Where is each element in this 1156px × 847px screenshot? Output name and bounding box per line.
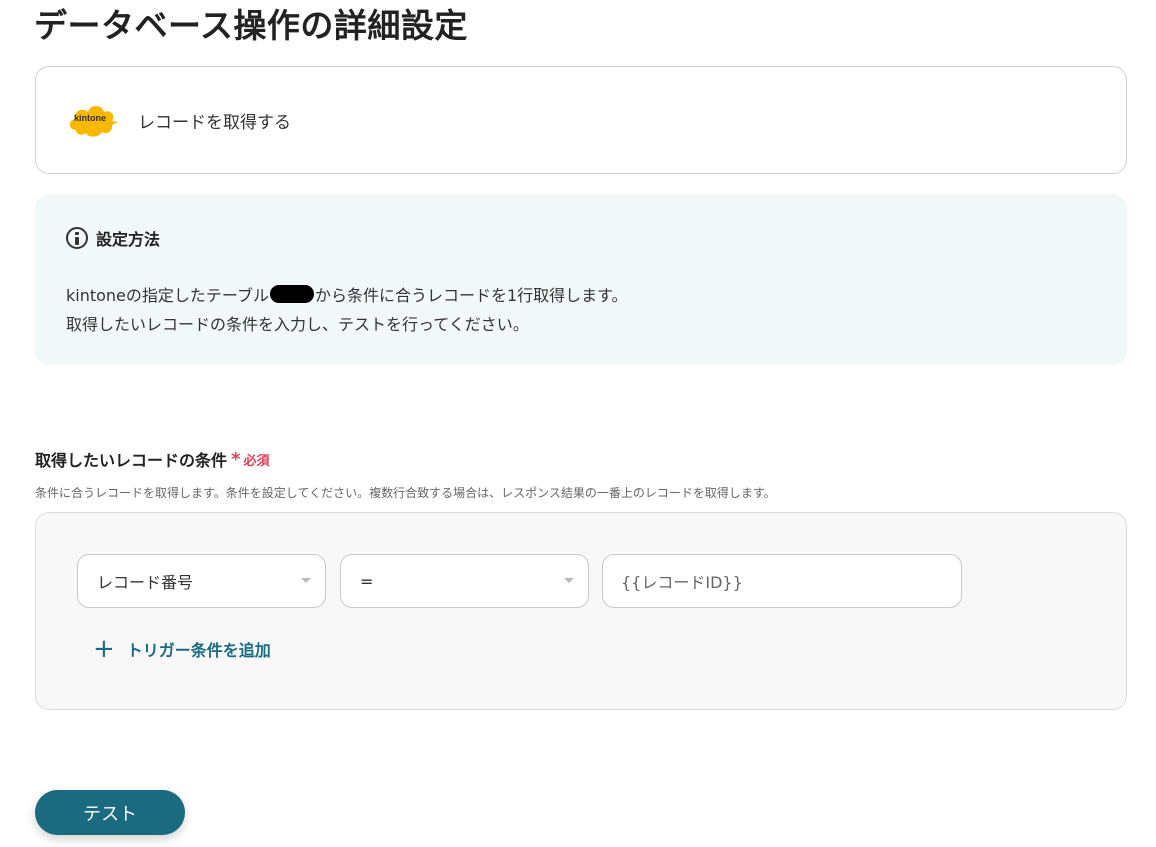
- condition-field-label: 取得したいレコードの条件 * 必須: [35, 447, 269, 471]
- field-select[interactable]: レコード番号: [77, 554, 326, 608]
- instructions-line-2: 取得したいレコードの条件を入力し、テストを行ってください。: [66, 315, 529, 334]
- instructions-title: 設定方法: [96, 230, 161, 249]
- instructions-line-1-end: から条件に合うレコードを1行取得します。: [314, 286, 628, 305]
- plus-icon: +: [93, 634, 115, 664]
- chevron-down-icon: [301, 578, 311, 583]
- operator-select-value: =: [360, 571, 374, 591]
- instructions-header: 設定方法: [66, 226, 160, 250]
- instructions-line-1: kintoneの指定したテーブル から条件に合うレコードを1行取得します。: [66, 282, 628, 306]
- instructions-line-1-start: kintoneの指定したテーブル: [66, 286, 269, 305]
- app-action-label: レコードを取得する: [138, 112, 291, 133]
- info-circle-icon: [66, 227, 88, 249]
- condition-help-text: 条件に合うレコードを取得します。条件を設定してください。複数行合致する場合は、レ…: [35, 486, 776, 500]
- condition-label-text: 取得したいレコードの条件: [35, 451, 228, 470]
- add-condition-label: トリガー条件を追加: [126, 641, 271, 660]
- field-select-value: レコード番号: [97, 573, 194, 592]
- test-button[interactable]: テスト: [35, 790, 185, 835]
- chevron-down-icon: [564, 578, 574, 583]
- required-asterisk: *: [231, 448, 241, 470]
- redacted-text: [269, 285, 314, 303]
- condition-value-input[interactable]: [602, 554, 962, 608]
- condition-panel: レコード番号 = + トリガー条件を追加: [35, 512, 1127, 710]
- operator-select[interactable]: =: [340, 554, 589, 608]
- instructions-box: 設定方法 kintoneの指定したテーブル から条件に合うレコードを1行取得しま…: [35, 194, 1127, 365]
- app-action-card[interactable]: kintone レコードを取得する: [35, 66, 1127, 174]
- required-badge: 必須: [243, 453, 270, 469]
- add-condition-button[interactable]: + トリガー条件を追加: [93, 636, 271, 662]
- kintone-logo-text: kintone: [73, 113, 106, 123]
- kintone-logo: kintone: [66, 100, 118, 140]
- page-title: データベース操作の詳細設定: [34, 6, 468, 45]
